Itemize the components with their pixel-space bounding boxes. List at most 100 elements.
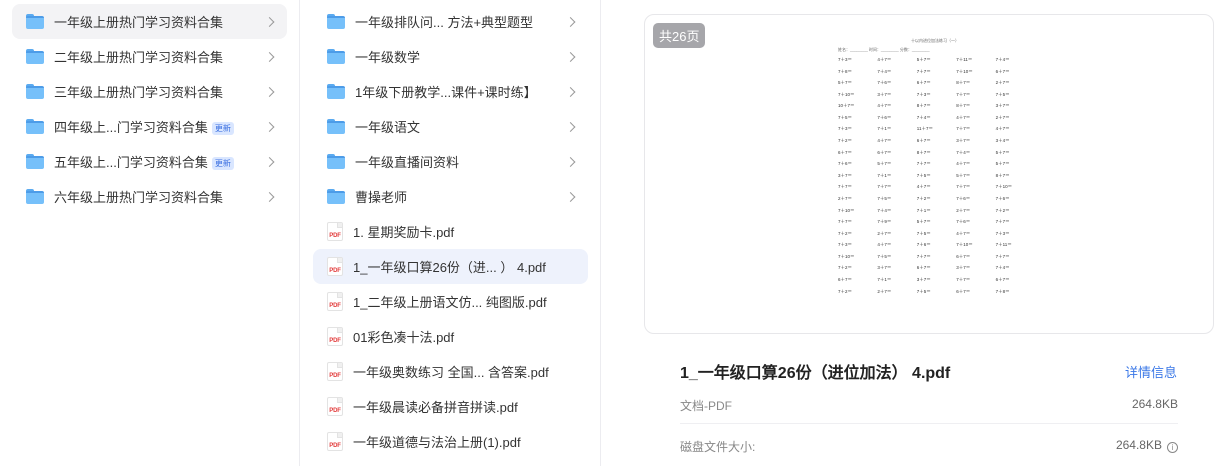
category-list: 一年级上册热门学习资料合集 二年级上册热门学习资料合集 三年级上册热门学习资料合集四… [0, 0, 300, 466]
exercise-cell: 7＋1＝ [877, 126, 892, 132]
file-item[interactable]: PDF 1. 星期奖励卡.pdf [313, 214, 588, 249]
folder-item[interactable]: 1年级下册教学...课件+课时练】 [313, 74, 588, 109]
file-type-label: 文档-PDF [680, 399, 732, 413]
exercise-cell: 3＋7＝ [877, 91, 892, 97]
category-item[interactable]: 一年级上册热门学习资料合集 [12, 4, 287, 39]
pdf-file-icon: PDF [327, 397, 343, 416]
exercise-cell: 4＋7＝ [956, 161, 971, 167]
page-count-badge: 共26页 [653, 23, 706, 48]
exercise-cell: 8＋7＝ [995, 172, 1010, 178]
file-item[interactable]: PDF 01彩色凑十法.pdf [313, 319, 588, 354]
exercise-cell: 7＋4＝ [877, 207, 892, 213]
exercise-cell: 7＋7＝ [877, 184, 892, 190]
exercise-cell: 7＋7＝ [838, 184, 853, 190]
exercise-cell: 7＋7＝ [916, 253, 931, 259]
folder-label: 一年级排队问... 方法+典型题型 [355, 15, 534, 30]
folder-icon [327, 84, 345, 99]
category-label: 五年级上...门学习资料合集 更新 [54, 152, 234, 171]
exercise-cell: 8＋7＝ [956, 103, 971, 109]
exercise-cell: 8＋7＝ [916, 149, 931, 155]
exercise-cell: 2＋7＝ [838, 195, 853, 201]
exercise-cell: 7＋4＝ [995, 265, 1010, 271]
category-item[interactable]: 四年级上...门学习资料合集 更新 [12, 109, 287, 144]
preview-page: 十以内进位加法练习（一） 姓名：________ 时间：________ 分数：… [835, 37, 1035, 327]
folder-item[interactable]: 一年级数学 [313, 39, 588, 74]
exercise-cell: 7＋2＝ [838, 138, 853, 144]
file-label: 一年级奥数练习 全国... 含答案.pdf [353, 365, 549, 380]
file-label: 01彩色凑十法.pdf [353, 330, 455, 345]
pdf-file-icon: PDF [327, 222, 343, 241]
category-item[interactable]: 五年级上...门学习资料合集 更新 [12, 144, 287, 179]
category-item[interactable]: 三年级上册热门学习资料合集 [12, 74, 287, 109]
info-icon[interactable]: i [1167, 442, 1178, 453]
folder-item[interactable]: 曹操老师 [313, 179, 588, 214]
exercise-cell: 7＋5＝ [995, 91, 1010, 97]
folder-icon [26, 119, 44, 134]
exercise-cell: 6＋7＝ [877, 149, 892, 155]
chevron-right-icon [264, 16, 275, 27]
exercise-cell: 6＋7＝ [916, 80, 931, 86]
exercise-cell: 7＋5＝ [877, 195, 892, 201]
file-size-value: 264.8KB [1131, 397, 1178, 411]
category-label: 六年级上册热门学习资料合集 [54, 190, 224, 205]
exercise-cell: 4＋7＝ [916, 184, 931, 190]
exercise-cell: 7＋2＝ [838, 265, 853, 271]
exercise-cell: 4＋7＝ [877, 57, 892, 62]
detail-info-link[interactable]: 详情信息 [1125, 362, 1177, 381]
exercise-cell: 6＋7＝ [838, 276, 853, 282]
exercise-cell: 4＋7＝ [877, 242, 892, 248]
file-label: 一年级道德与法治上册(1).pdf [353, 435, 521, 450]
folder-icon [327, 154, 345, 169]
divider [680, 423, 1178, 424]
exercise-cell: 7＋5＝ [916, 172, 931, 178]
folder-item[interactable]: 一年级排队问... 方法+典型题型 [313, 4, 588, 39]
folder-item[interactable]: 一年级语文 [313, 109, 588, 144]
chevron-right-icon [565, 86, 576, 97]
exercise-cell: 4＋7＝ [956, 230, 971, 236]
exercise-cell: 7＋6＝ [995, 195, 1010, 201]
chevron-right-icon [565, 16, 576, 27]
exercise-cell: 2＋7＝ [956, 207, 971, 213]
exercise-cell: 7＋11＝ [995, 242, 1012, 248]
exercise-cell: 5＋7＝ [995, 149, 1010, 155]
folder-item[interactable]: 一年级直播间资料 [313, 144, 588, 179]
chevron-right-icon [264, 121, 275, 132]
file-preview[interactable]: 共26页 十以内进位加法练习（一） 姓名：________ 时间：_______… [644, 14, 1214, 334]
folder-icon [26, 49, 44, 64]
file-item[interactable]: PDF 一年级晨读必备拼音拼读.pdf [313, 389, 588, 424]
exercise-cell: 7＋2＝ [838, 230, 853, 236]
exercise-cell: 7＋10＝ [956, 68, 973, 74]
exercise-cell: 7＋3＝ [838, 242, 853, 248]
exercise-cell: 5＋7＝ [995, 161, 1010, 167]
folder-label: 一年级数学 [355, 50, 421, 65]
chevron-right-icon [565, 121, 576, 132]
exercise-cell: 2＋7＝ [995, 114, 1010, 120]
folder-icon [327, 49, 345, 64]
category-item[interactable]: 二年级上册热门学习资料合集 [12, 39, 287, 74]
file-item[interactable]: PDF 1_一年级口算26份（进... ） 4.pdf [313, 249, 588, 284]
exercise-cell: 10＋7＝ [838, 103, 855, 109]
exercise-cell: 7＋1＝ [877, 276, 892, 282]
folder-icon [327, 14, 345, 29]
file-title: 1_一年级口算26份（进位加法） 4.pdf [680, 365, 951, 382]
chevron-right-icon [264, 51, 275, 62]
exercise-cell: 7＋4＝ [995, 57, 1010, 62]
exercise-cell: 5＋7＝ [838, 80, 853, 86]
pdf-file-icon: PDF [327, 257, 343, 276]
exercise-cell: 7＋5＝ [916, 288, 931, 294]
exercise-cell: 7＋6＝ [877, 114, 892, 120]
exercise-cell: 5＋7＝ [877, 161, 892, 167]
file-item[interactable]: PDF 1_二年级上册语文仿... 纯图版.pdf [313, 284, 588, 319]
preview-page-meta: 姓名：________ 时间：________ 分数：________ [838, 47, 930, 52]
exercise-cell: 2＋7＝ [877, 288, 892, 294]
exercise-cell: 7＋8＝ [995, 288, 1010, 294]
folder-label: 一年级语文 [355, 120, 421, 135]
exercise-cell: 7＋7＝ [956, 276, 971, 282]
folder-file-list: 一年级排队问... 方法+典型题型 一年级数学 1年级下册教学...课件+课时练】一… [301, 0, 601, 466]
file-item[interactable]: PDF 一年级奥数练习 全国... 含答案.pdf [313, 354, 588, 389]
file-item[interactable]: PDF 一年级道德与法治上册(1).pdf [313, 424, 588, 459]
category-item[interactable]: 六年级上册热门学习资料合集 [12, 179, 287, 214]
exercise-cell: 7＋10＝ [838, 207, 855, 213]
exercise-cell: 4＋7＝ [995, 126, 1010, 132]
exercise-cell: 7＋7＝ [956, 126, 971, 132]
